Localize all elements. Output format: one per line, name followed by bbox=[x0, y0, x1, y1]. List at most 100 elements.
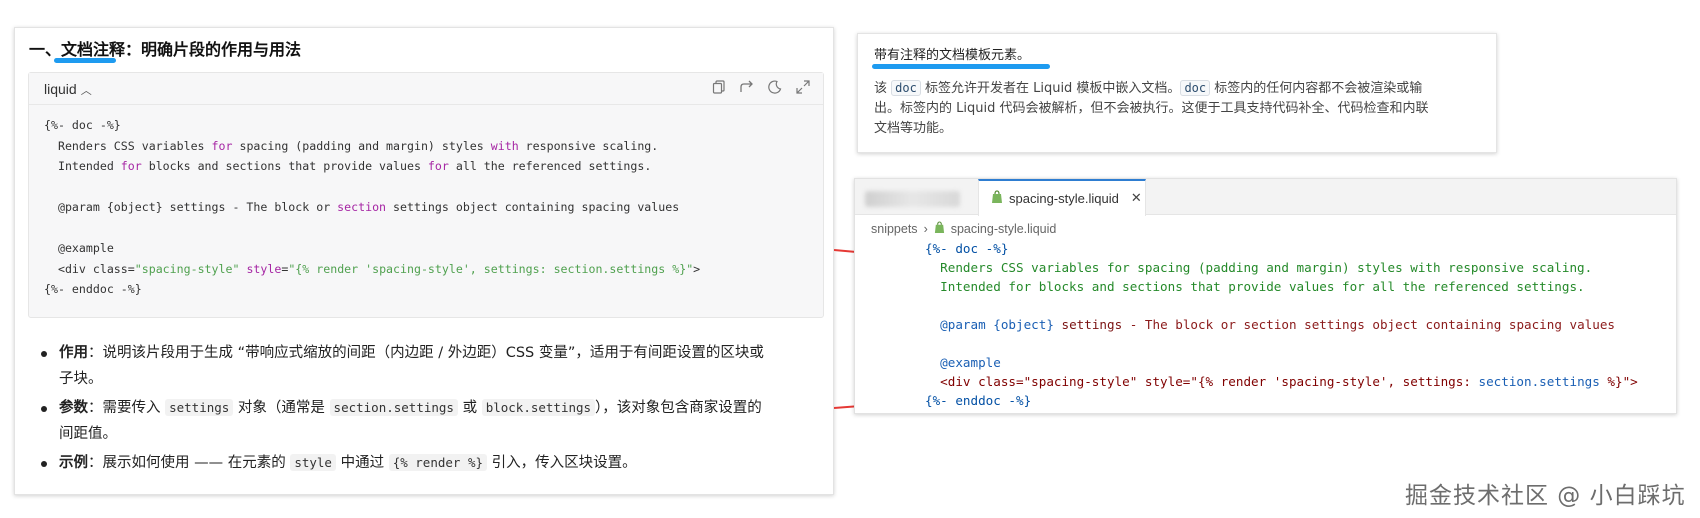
tab-spacing-style[interactable]: spacing-style.liquid ✕ bbox=[978, 179, 1146, 216]
code-line: {%- enddoc -%} bbox=[925, 391, 1638, 410]
doc-text-b: 标签允许开发者在 Liquid 模板中嵌入文档。 bbox=[920, 81, 1181, 96]
code-token: @example bbox=[925, 355, 1001, 370]
chevron-up-icon: ︿ bbox=[80, 85, 92, 97]
doc-inline-code: doc bbox=[891, 80, 921, 96]
shopify-icon bbox=[934, 221, 945, 237]
code-line: ​ bbox=[925, 334, 1638, 353]
chevron-right-icon: › bbox=[923, 222, 928, 236]
code-token: > bbox=[693, 261, 701, 276]
code-line: ​ bbox=[44, 218, 808, 239]
code-line: <div class="spacing-style" style="{% ren… bbox=[925, 372, 1638, 391]
code-line: {%- enddoc -%} bbox=[44, 279, 808, 300]
doc-text-a: 该 bbox=[874, 81, 892, 96]
editor-code[interactable]: {%- doc -%} Renders CSS variables for sp… bbox=[925, 239, 1638, 410]
title-prefix: 一、 bbox=[29, 40, 62, 59]
bullet-text: ：说明该片段用于生成 “带响应式缩放的间距（内边距 / 外边距）CSS 变量”，… bbox=[88, 345, 764, 361]
breadcrumb-folder[interactable]: snippets bbox=[871, 222, 918, 236]
code-token: style bbox=[246, 261, 282, 276]
close-icon[interactable]: ✕ bbox=[1131, 191, 1142, 206]
code-line: Renders CSS variables for spacing (paddi… bbox=[44, 136, 808, 157]
inline-code: section.settings bbox=[329, 399, 458, 416]
bullet-text: ：需要传入 bbox=[88, 400, 166, 416]
bullet-item: 作用：说明该片段用于生成 “带响应式缩放的间距（内边距 / 外边距）CSS 变量… bbox=[33, 340, 833, 392]
bullet-text: ），该对象包含商家设置的 bbox=[595, 400, 762, 416]
theme-icon[interactable] bbox=[767, 80, 783, 96]
breadcrumb-file[interactable]: spacing-style.liquid bbox=[951, 222, 1057, 236]
code-line: Renders CSS variables for spacing (paddi… bbox=[925, 258, 1638, 277]
shopify-icon bbox=[991, 189, 1003, 208]
code-token: settings object containing spacing value… bbox=[386, 200, 680, 214]
code-token: "spacing-style" bbox=[134, 261, 240, 276]
code-token: Intended for blocks and sections that pr… bbox=[925, 279, 1585, 294]
code-token: {object} bbox=[985, 317, 1054, 332]
watermark: 掘金技术社区 @ 小白踩坑 bbox=[1405, 483, 1686, 509]
code-header: liquid ︿ bbox=[29, 73, 823, 105]
code-line: Intended for blocks and sections that pr… bbox=[44, 156, 808, 177]
code-token: for bbox=[211, 138, 233, 153]
bullet-label: 作用 bbox=[59, 345, 88, 361]
doc-heading: 带有注释的文档模板元素。 bbox=[874, 48, 1031, 63]
code-language-label: liquid bbox=[44, 81, 77, 97]
bullet-item: 示例：展示如何使用 —— 在元素的 style 中通过 {% render %}… bbox=[33, 450, 833, 476]
blurred-tab[interactable] bbox=[865, 191, 960, 207]
bullet-text: 对象（通常是 bbox=[233, 400, 330, 416]
bullet-text: 子块。 bbox=[59, 371, 103, 387]
bullet-text: 中通过 bbox=[335, 455, 389, 471]
code-token: {%- enddoc -%} bbox=[925, 393, 1032, 408]
code-line: {%- doc -%} bbox=[925, 239, 1638, 258]
article-card: 一、文档注释：明确片段的作用与用法 liquid ︿ {%- doc -%} R… bbox=[14, 27, 834, 495]
code-token: Intended bbox=[44, 159, 121, 173]
bullet-label: 示例 bbox=[59, 455, 88, 471]
doc-paragraph: 该 doc 标签允许开发者在 Liquid 模板中嵌入文档。 doc 标签内的任何… bbox=[874, 78, 1474, 139]
code-line: ​ bbox=[925, 296, 1638, 315]
breadcrumb: snippets › spacing-style.liquid bbox=[871, 221, 1056, 237]
code-token: "{% render 'spacing-style', settings: se… bbox=[288, 261, 694, 276]
code-token: settings bbox=[1053, 317, 1123, 332]
code-line: <div class="spacing-style" style="{% ren… bbox=[44, 259, 808, 280]
bullet-item: 参数：需要传入 settings 对象（通常是 section.settings… bbox=[33, 395, 833, 447]
expand-icon[interactable] bbox=[795, 80, 811, 96]
code-line: @param {object} settings - The block or … bbox=[925, 315, 1638, 334]
code-editor: spacing-style.liquid ✕ snippets › spacin… bbox=[854, 178, 1677, 414]
heading-highlight-mark bbox=[872, 64, 1050, 69]
copy-icon[interactable] bbox=[711, 80, 727, 96]
code-token: for bbox=[120, 159, 142, 173]
title-rest: ：明确片段的作用与用法 bbox=[125, 40, 302, 59]
code-token: <div class= bbox=[44, 261, 135, 276]
doc-text-line2: 出。标签内的 Liquid 代码会被解析，但不会被执行。这便于工具支持代码补全、… bbox=[874, 101, 1429, 116]
code-token: for bbox=[427, 159, 449, 173]
bullet-text: 或 bbox=[457, 400, 482, 416]
code-line: Intended for blocks and sections that pr… bbox=[925, 277, 1638, 296]
inline-code: style bbox=[290, 454, 336, 471]
code-token: %}"> bbox=[1599, 374, 1638, 389]
code-line: {%- doc -%} bbox=[44, 115, 808, 136]
code-token: spacing (padding and margin) styles bbox=[232, 138, 491, 153]
doc-text-line3: 文档等功能。 bbox=[874, 121, 953, 136]
code-token: @example bbox=[44, 241, 114, 255]
code-token: section bbox=[337, 200, 387, 214]
code-content: {%- doc -%} Renders CSS variables for sp… bbox=[29, 105, 823, 310]
code-line: ​ bbox=[44, 177, 808, 198]
code-line: @example bbox=[44, 238, 808, 259]
tab-label: spacing-style.liquid bbox=[1009, 191, 1119, 206]
code-token: - The block or section settings object c… bbox=[1122, 317, 1616, 332]
doc-text-c: 标签内的任何内容都不会被渲染或输 bbox=[1210, 81, 1423, 96]
code-token: {%- doc -%} bbox=[925, 241, 1009, 256]
doc-inline-code: doc bbox=[1180, 80, 1211, 96]
inline-code: {% render %} bbox=[388, 454, 487, 471]
wrap-icon[interactable] bbox=[739, 80, 755, 96]
title-emphasis: 文档注释 bbox=[61, 40, 126, 59]
code-token: Renders CSS variables for spacing (paddi… bbox=[925, 260, 1593, 275]
code-token: {%- doc -%} bbox=[44, 118, 121, 132]
inline-code: block.settings bbox=[481, 399, 596, 416]
code-token: {%- enddoc -%} bbox=[44, 282, 142, 296]
code-token: Renders CSS variables bbox=[44, 138, 212, 153]
code-line: @param {object} settings - The block or … bbox=[44, 197, 808, 218]
inline-code: settings bbox=[165, 399, 234, 416]
bullet-label: 参数 bbox=[59, 400, 88, 416]
bullet-text: ：展示如何使用 —— 在元素的 bbox=[88, 455, 291, 471]
code-token: @param bbox=[925, 317, 986, 332]
code-language-toggle[interactable]: liquid ︿ bbox=[44, 81, 92, 98]
code-token: @param {object} settings - The block or bbox=[44, 200, 338, 214]
code-line: @example bbox=[925, 353, 1638, 372]
